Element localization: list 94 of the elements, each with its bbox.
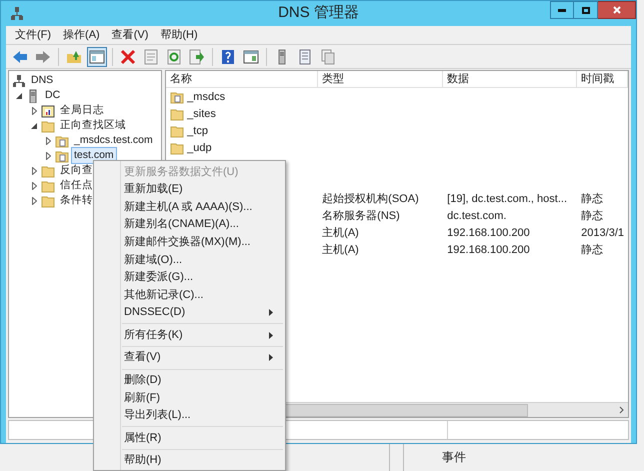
column-header[interactable]: 名称 [166, 71, 318, 87]
expand-icon[interactable] [46, 152, 50, 160]
table-cell: 静态 [581, 192, 604, 204]
submenu-arrow-icon [269, 332, 273, 339]
table-cell: 2013/3/1 [581, 226, 624, 238]
maximize-button[interactable] [574, 1, 598, 19]
folder-up-icon [66, 48, 82, 64]
console-icon [243, 48, 259, 64]
menu-item[interactable]: 文件(F) [10, 26, 56, 44]
expand-icon[interactable] [32, 182, 36, 190]
list-icon [297, 48, 313, 64]
toolbar-button[interactable] [87, 46, 107, 66]
folder-icon [170, 140, 184, 155]
menu-item[interactable]: 删除(D) [96, 372, 283, 390]
list-item[interactable]: _sites [187, 106, 216, 122]
minimize-button[interactable] [550, 1, 574, 19]
table-cell: 192.168.100.200 [447, 226, 530, 238]
menu-item[interactable]: 新建别名(CNAME)(A)... [96, 216, 283, 234]
export-icon [189, 48, 205, 64]
collapse-icon[interactable] [31, 122, 37, 128]
table-cell: 主机(A) [322, 244, 359, 256]
dns-icon [12, 74, 26, 88]
copy-icon [320, 48, 336, 64]
tree-pane-icon [89, 48, 105, 64]
menu-item[interactable]: 新建域(O)... [96, 250, 283, 269]
table-cell: 名称服务器(NS) [322, 210, 400, 222]
table-cell: 静态 [581, 210, 604, 222]
folder-icon [41, 118, 55, 132]
dns-app-icon [11, 6, 23, 20]
folder-icon [170, 124, 184, 138]
list-item[interactable]: _msdcs [187, 88, 226, 105]
menu-item[interactable]: 重新加载(E) [96, 180, 283, 198]
tree-item[interactable]: 信任点 [57, 176, 96, 194]
menu-item[interactable]: 新建主机(A 或 AAAA)(S)... [96, 198, 283, 216]
menu-item[interactable]: 新建邮件交换器(MX)(M)... [96, 233, 283, 251]
expand-icon[interactable] [46, 136, 50, 144]
menu-item[interactable]: 导出列表(L)... [96, 406, 283, 424]
zone-folder-icon [55, 148, 69, 162]
folder-icon [41, 164, 55, 178]
close-button[interactable] [598, 1, 636, 19]
folder-icon [41, 178, 55, 192]
table-cell: [19], dc.test.com., host... [447, 192, 568, 204]
menu-item[interactable]: 查看(V) [96, 348, 283, 367]
menu-item[interactable]: 所有任务(K) [96, 326, 283, 344]
maximize-icon [582, 6, 590, 14]
menu-item[interactable]: 刷新(F) [96, 389, 283, 407]
expand-icon[interactable] [32, 196, 36, 204]
table-cell: 起始授权机构(SOA) [322, 192, 419, 204]
expand-icon[interactable] [32, 166, 36, 174]
menu-item[interactable]: 新建委派(G)... [96, 268, 283, 286]
forward-icon [35, 48, 51, 64]
menu-item[interactable]: 查看(V) [106, 26, 154, 44]
back-icon [12, 48, 28, 64]
properties-icon [143, 48, 159, 64]
table-cell: 主机(A) [322, 226, 359, 238]
menu-item[interactable]: 帮助(H) [96, 452, 283, 470]
window-title: DNS 管理器 [277, 3, 360, 24]
table-cell: dc.test.com. [447, 210, 506, 222]
column-header[interactable]: 数据 [443, 71, 578, 87]
table-cell: 静态 [581, 244, 604, 256]
events-label: 事件 [441, 449, 466, 466]
table-cell: 192.168.100.200 [447, 244, 530, 256]
tree-item[interactable]: _msdcs.test.com [71, 132, 156, 150]
zone-folder-icon [55, 134, 69, 148]
column-header[interactable]: 时间戳 [577, 71, 628, 87]
menu-item[interactable]: 其他新记录(C)... [96, 286, 283, 304]
refresh-icon [166, 48, 182, 64]
tree-item[interactable]: 条件转 [57, 192, 96, 210]
menu-item[interactable]: 操作(A) [58, 26, 105, 44]
list-item[interactable]: _udp [187, 140, 212, 156]
menu-item[interactable]: 属性(R) [96, 429, 283, 447]
event-log-icon [41, 104, 55, 118]
folder-icon [41, 194, 55, 208]
expand-icon[interactable] [32, 106, 36, 114]
tree-item[interactable]: DNS [28, 72, 56, 90]
tree-item[interactable]: 反向查 [57, 162, 96, 180]
folder-icon [170, 106, 184, 121]
help-icon [220, 48, 236, 64]
tree-item[interactable]: 全局日志 [57, 102, 107, 120]
minimize-icon [558, 8, 566, 12]
tree-item[interactable]: 正向查找区域 [57, 116, 129, 134]
collapse-icon[interactable] [16, 92, 22, 98]
toolbar-button[interactable] [187, 46, 207, 66]
delete-icon [120, 48, 136, 64]
submenu-arrow-icon [269, 354, 273, 362]
column-header[interactable]: 类型 [318, 71, 444, 87]
tree-item[interactable]: DC [42, 86, 64, 104]
scroll-right-icon[interactable] [619, 406, 624, 414]
submenu-arrow-icon [269, 309, 273, 316]
menu-item[interactable]: DNSSEC(D) [96, 304, 283, 322]
close-icon [612, 6, 620, 14]
zone-folder-icon [170, 90, 184, 104]
list-item[interactable]: _tcp [187, 122, 208, 139]
menu-item[interactable]: 帮助(H) [155, 26, 203, 44]
